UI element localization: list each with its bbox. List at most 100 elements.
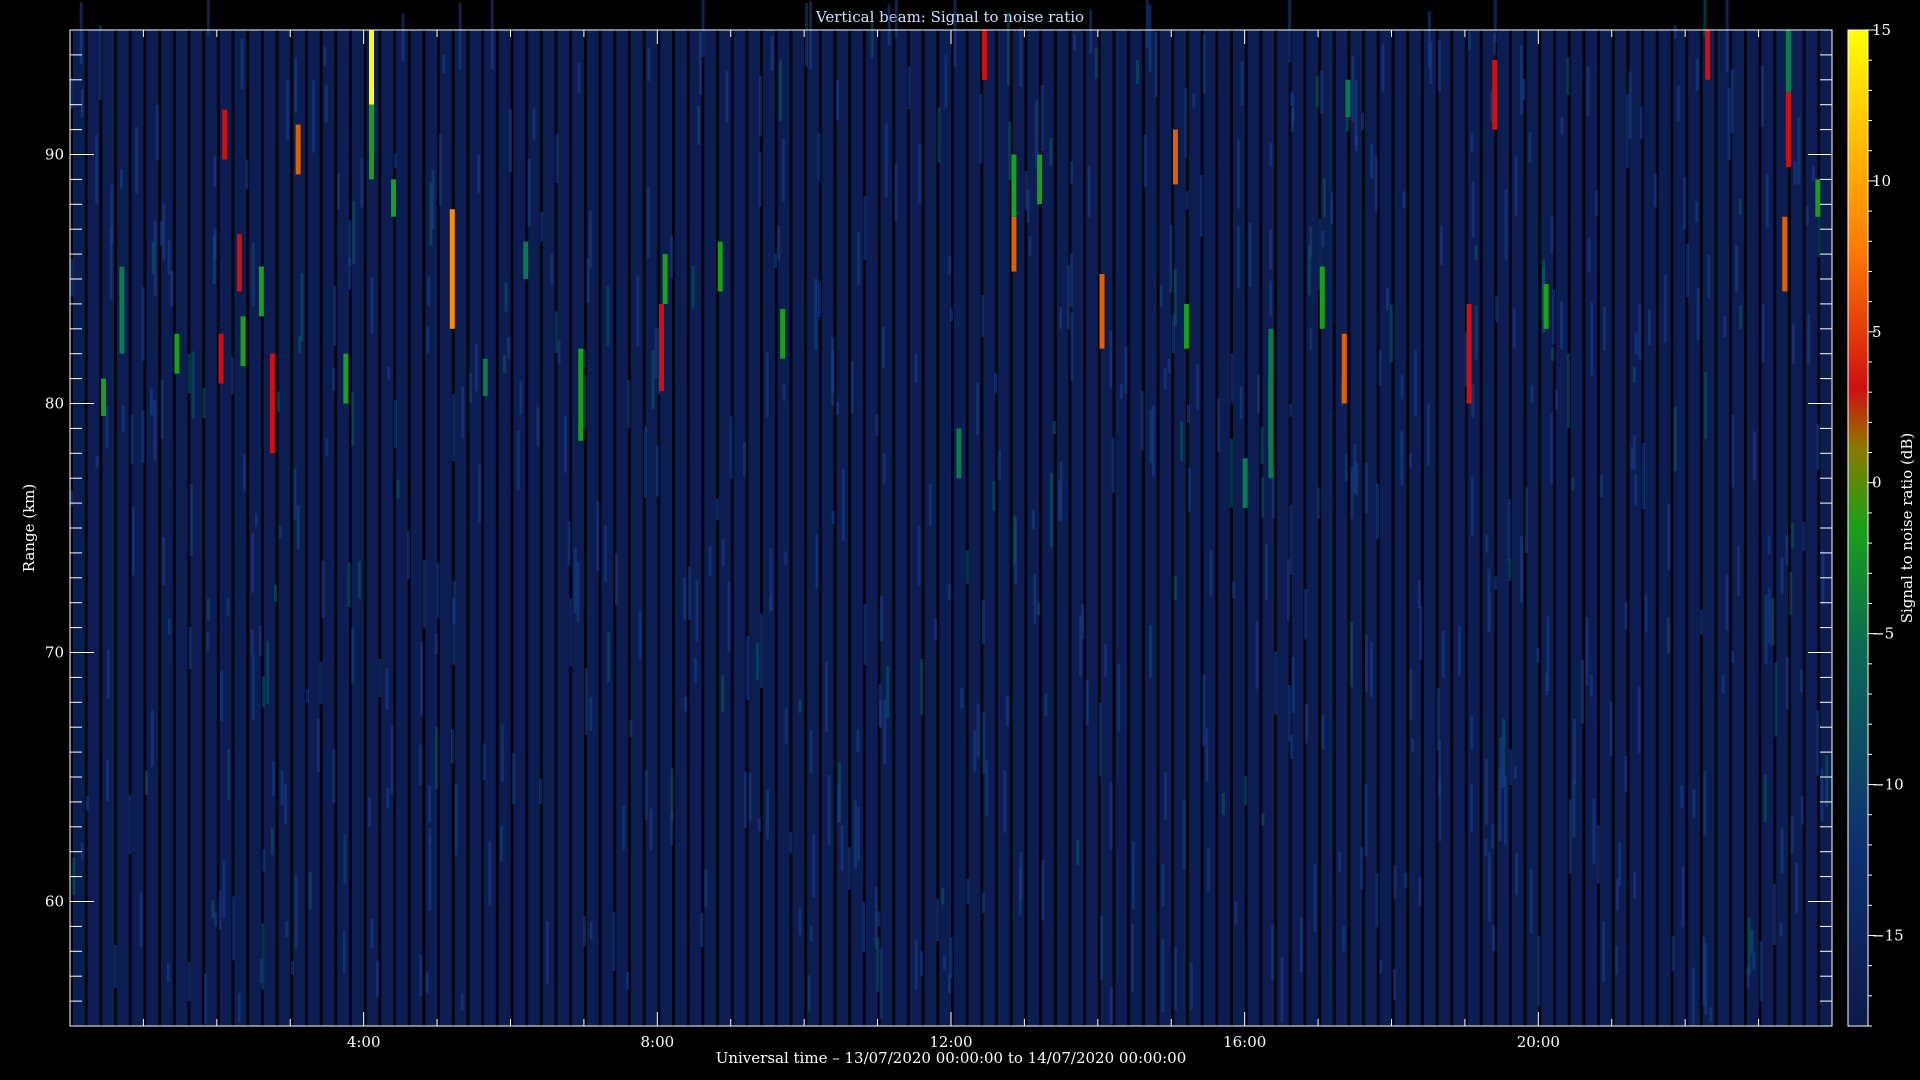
noise-speck xyxy=(1264,543,1268,601)
noise-speck xyxy=(894,0,898,38)
noise-speck xyxy=(1400,430,1404,486)
noise-speck xyxy=(1760,65,1764,127)
time-gap xyxy=(481,30,485,1026)
time-gap xyxy=(451,30,455,1026)
time-gap xyxy=(378,30,382,1026)
noise-speck xyxy=(887,4,891,45)
colorbar-tick-label: −10 xyxy=(1872,776,1904,794)
noise-speck xyxy=(1078,614,1082,677)
noise-speck xyxy=(1069,253,1073,308)
noise-speck xyxy=(555,133,559,184)
noise-speck xyxy=(1671,936,1675,972)
time-gap xyxy=(172,30,176,1026)
noise-speck xyxy=(1409,453,1413,468)
noise-speck xyxy=(342,931,346,974)
noise-speck xyxy=(251,653,255,720)
noise-speck xyxy=(191,351,195,419)
noise-speck xyxy=(1725,0,1729,73)
time-gap xyxy=(422,30,426,1026)
time-gap xyxy=(231,30,235,1026)
echo-mark xyxy=(1341,333,1347,404)
noise-speck xyxy=(1528,132,1532,163)
noise-speck xyxy=(245,159,249,190)
noise-speck xyxy=(554,311,558,353)
noise-speck xyxy=(1730,69,1734,134)
y-tick-label: 70 xyxy=(45,644,64,662)
time-gap xyxy=(158,30,162,1026)
noise-speck xyxy=(853,800,857,869)
colorbar-tick-label: 15 xyxy=(1872,21,1891,39)
noise-speck xyxy=(488,841,492,906)
noise-speck xyxy=(941,887,945,905)
noise-speck xyxy=(1780,828,1784,874)
noise-speck xyxy=(831,337,835,406)
time-gap xyxy=(1112,30,1116,1026)
noise-speck xyxy=(85,796,89,812)
noise-speck xyxy=(1494,576,1498,590)
noise-speck xyxy=(167,239,171,275)
noise-speck xyxy=(337,173,341,210)
noise-speck xyxy=(218,890,222,930)
noise-speck xyxy=(333,285,337,346)
noise-speck xyxy=(1633,871,1637,899)
noise-speck xyxy=(688,566,692,621)
noise-speck xyxy=(499,825,503,862)
time-gap xyxy=(304,30,308,1026)
time-gap xyxy=(1743,30,1747,1026)
noise-speck xyxy=(1098,702,1102,777)
noise-speck xyxy=(1261,813,1265,826)
noise-speck xyxy=(1414,350,1418,417)
noise-speck xyxy=(284,784,288,824)
time-gap xyxy=(1773,30,1777,1026)
noise-speck xyxy=(1364,462,1368,514)
time-gap xyxy=(613,30,617,1026)
noise-speck xyxy=(170,270,174,307)
noise-speck xyxy=(503,354,507,374)
time-gap xyxy=(1714,30,1718,1026)
noise-speck xyxy=(569,598,573,667)
noise-speck xyxy=(770,35,774,72)
noise-speck xyxy=(1470,476,1474,537)
noise-speck xyxy=(390,724,394,794)
noise-speck xyxy=(1624,756,1628,792)
noise-speck xyxy=(985,760,989,817)
noise-speck xyxy=(1603,307,1607,351)
noise-speck xyxy=(368,797,372,828)
noise-speck xyxy=(352,200,356,264)
noise-speck xyxy=(504,282,508,312)
noise-speck xyxy=(1566,57,1570,95)
echo-mark xyxy=(295,124,301,175)
echo-mark xyxy=(1492,59,1498,130)
noise-speck xyxy=(979,94,983,164)
noise-speck xyxy=(490,0,494,70)
noise-speck xyxy=(646,186,650,259)
noise-speck xyxy=(1767,536,1771,555)
noise-speck xyxy=(798,700,802,713)
noise-speck xyxy=(206,632,210,652)
noise-speck xyxy=(1546,616,1550,691)
noise-speck xyxy=(1438,740,1442,797)
time-gap xyxy=(833,30,837,1026)
noise-speck xyxy=(817,133,821,182)
snr-chart: Vertical beam: Signal to noise ratio 4:0… xyxy=(20,0,1916,1067)
noise-speck xyxy=(332,367,336,391)
echo-mark xyxy=(780,308,786,359)
noise-speck xyxy=(482,743,486,780)
noise-speck xyxy=(1393,969,1397,1001)
noise-speck xyxy=(1189,962,1193,1010)
noise-speck xyxy=(454,783,458,856)
noise-speck xyxy=(1811,166,1815,181)
noise-speck xyxy=(1474,305,1478,360)
noise-speck xyxy=(1785,535,1789,566)
noise-speck xyxy=(155,105,159,161)
noise-speck xyxy=(1485,534,1489,553)
noise-speck xyxy=(1321,230,1325,248)
time-gap xyxy=(1567,30,1571,1026)
noise-speck xyxy=(160,379,164,439)
echo-mark xyxy=(258,266,264,317)
noise-speck xyxy=(1360,847,1364,890)
noise-speck xyxy=(1309,327,1313,351)
noise-speck xyxy=(1173,575,1177,601)
noise-speck xyxy=(351,392,355,446)
noise-speck xyxy=(1374,155,1378,212)
